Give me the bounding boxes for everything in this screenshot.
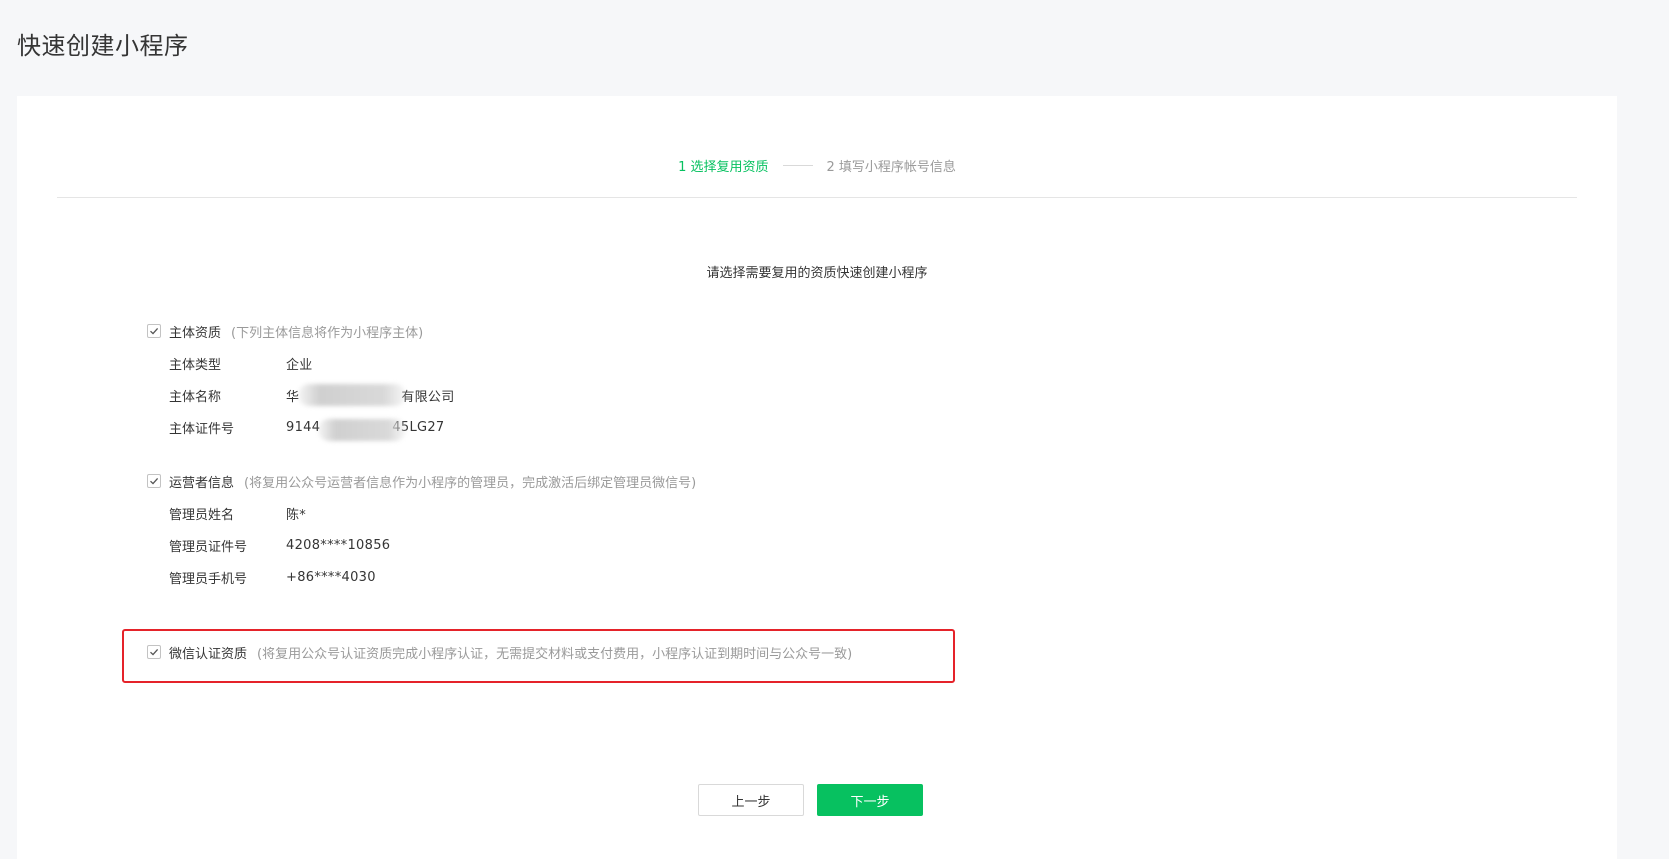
entity-type-row: 主体类型 企业: [169, 353, 455, 373]
entity-checkbox[interactable]: [147, 324, 161, 338]
entity-name-row: 主体名称 华有限公司: [169, 383, 455, 406]
entity-type-key: 主体类型: [169, 357, 222, 373]
entity-name-suffix: 有限公司: [401, 389, 455, 405]
redaction-blur: [298, 383, 406, 406]
admin-phone-key: 管理员手机号: [169, 571, 248, 587]
admin-name-key: 管理员姓名: [169, 507, 235, 523]
entity-id-row: 主体证件号 9144 45LG27: [169, 417, 455, 441]
entity-id-key: 主体证件号: [169, 421, 235, 437]
entity-id-value: 9144 45LG27: [286, 418, 445, 441]
entity-hint: (下列主体信息将作为小程序主体): [231, 325, 424, 341]
check-icon: [150, 327, 159, 335]
prev-step-button[interactable]: 上一步: [698, 784, 804, 816]
entity-type-value: 企业: [286, 357, 313, 373]
operator-hint: (将复用公众号运营者信息作为小程序的管理员，完成激活后绑定管理员微信号): [244, 475, 697, 491]
page-title: 快速创建小程序: [17, 32, 189, 60]
operator-section: 运营者信息 (将复用公众号运营者信息作为小程序的管理员，完成激活后绑定管理员微信…: [147, 471, 696, 587]
entity-section: 主体资质 (下列主体信息将作为小程序主体) 主体类型 企业 主体名称 华有限公司…: [147, 321, 455, 441]
main-card: 1 选择复用资质 2 填写小程序帐号信息 请选择需要复用的资质快速创建小程序 主…: [17, 96, 1617, 859]
admin-id-row: 管理员证件号 4208****10856: [169, 535, 696, 555]
entity-id-prefix: 9144: [286, 419, 321, 435]
entity-name-key: 主体名称: [169, 389, 222, 405]
redaction-blur: [318, 418, 406, 441]
admin-name-value: 陈*: [286, 507, 307, 523]
admin-phone-row: 管理员手机号 +86****4030: [169, 567, 696, 587]
next-step-button[interactable]: 下一步: [817, 784, 923, 816]
operator-section-header: 运营者信息 (将复用公众号运营者信息作为小程序的管理员，完成激活后绑定管理员微信…: [147, 471, 696, 491]
admin-id-value: 4208****10856: [286, 537, 391, 553]
step-2: 2 填写小程序帐号信息: [826, 160, 956, 175]
step-connector: [782, 165, 813, 166]
check-icon: [150, 477, 159, 485]
highlight-annotation-box: [122, 629, 955, 683]
entity-section-header: 主体资质 (下列主体信息将作为小程序主体): [147, 321, 455, 341]
admin-name-row: 管理员姓名 陈*: [169, 503, 696, 523]
step-indicator: 1 选择复用资质 2 填写小程序帐号信息: [17, 156, 1617, 175]
step-1: 1 选择复用资质: [678, 160, 769, 175]
entity-label: 主体资质: [169, 325, 222, 341]
operator-label: 运营者信息: [169, 475, 235, 491]
admin-id-key: 管理员证件号: [169, 539, 248, 555]
admin-phone-value: +86****4030: [286, 569, 376, 585]
entity-name-value: 华有限公司: [286, 383, 455, 406]
page-subtitle: 请选择需要复用的资质快速创建小程序: [706, 266, 928, 281]
step-divider: [57, 197, 1577, 198]
operator-checkbox[interactable]: [147, 474, 161, 488]
